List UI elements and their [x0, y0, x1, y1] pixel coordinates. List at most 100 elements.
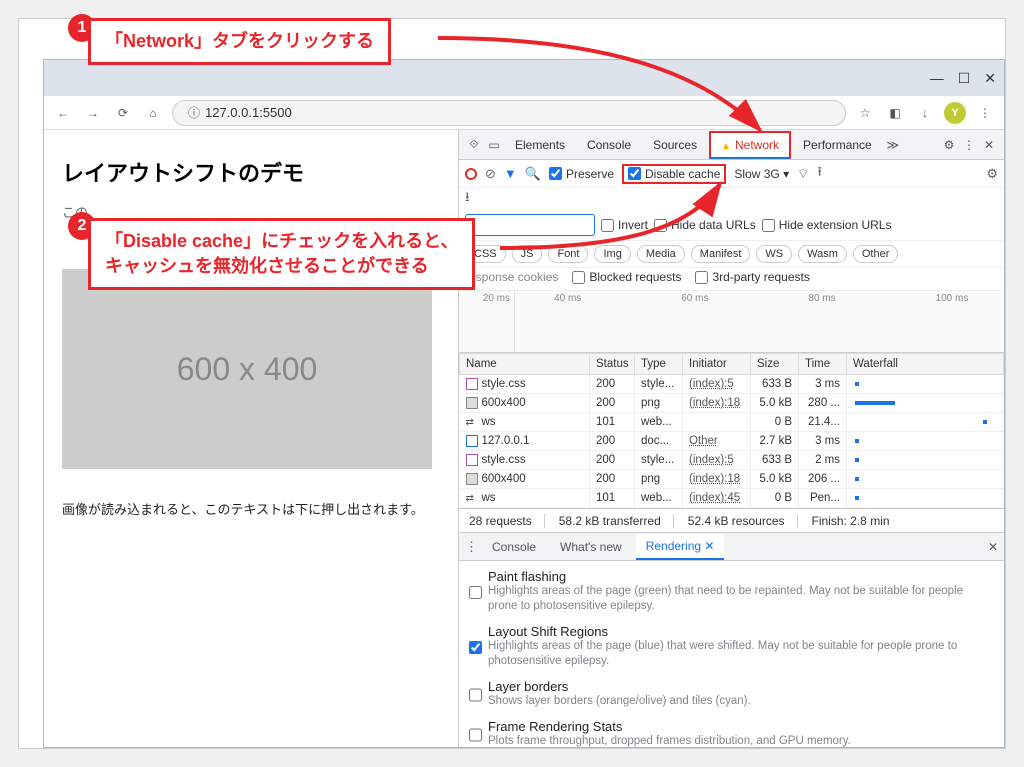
reload-button[interactable]: ⟳ — [112, 102, 134, 124]
network-settings-icon[interactable]: ⚙ — [986, 166, 998, 182]
profile-avatar[interactable]: Y — [944, 102, 966, 124]
third-party-toggle[interactable]: 3rd-party requests — [695, 270, 809, 284]
devtools-tab-bar: ⟐ ▭ Elements Console Sources Network Per… — [459, 130, 1004, 160]
drawer-tab-rendering[interactable]: Rendering ✕ — [636, 534, 725, 560]
close-button[interactable]: ✕ — [984, 70, 996, 87]
record-button[interactable] — [465, 168, 477, 180]
timeline-origin: 20 ms — [459, 291, 515, 352]
net-col-type[interactable]: Type — [635, 354, 683, 375]
timeline-tick: 80 ms — [808, 293, 835, 304]
rendering-panel: Paint flashingHighlights areas of the pa… — [459, 561, 1004, 747]
forward-button[interactable]: → — [82, 102, 104, 124]
window-titlebar: — ☐ ✕ — [44, 60, 1004, 96]
drawer-close-icon[interactable]: ✕ — [988, 540, 998, 554]
rendering-option[interactable]: Layout Shift RegionsHighlights areas of … — [469, 624, 994, 669]
invert-toggle[interactable]: Invert — [601, 218, 648, 232]
table-row[interactable]: 127.0.0.1200doc...Other2.7 kB3 ms — [460, 432, 1004, 451]
img-icon — [466, 397, 478, 409]
drawer-menu-icon[interactable]: ⋮ — [465, 539, 478, 555]
net-col-initiator[interactable]: Initiator — [683, 354, 751, 375]
ws-icon — [466, 492, 478, 504]
net-col-waterfall[interactable]: Waterfall — [847, 354, 1004, 375]
preserve-log-toggle[interactable]: Preserve — [549, 167, 614, 181]
table-row[interactable]: style.css200style...(index):5633 B2 ms — [460, 451, 1004, 470]
wifi-icon[interactable]: ⌔ — [797, 166, 809, 182]
net-col-name[interactable]: Name — [460, 354, 590, 375]
search-icon[interactable]: 🔍 — [525, 166, 541, 182]
summary-resources: 52.4 kB resources — [688, 514, 798, 528]
filter-pill-wasm[interactable]: Wasm — [798, 245, 847, 263]
placeholder-image: 600 x 400 — [62, 269, 432, 469]
browser-window: — ☐ ✕ ← → ⟳ ⌂ ⓘ ☆ ◧ ↓ Y ⋮ レイアウトシフトのデモ この… — [43, 59, 1005, 748]
hide-ext-urls-toggle[interactable]: Hide extension URLs — [762, 218, 892, 232]
ws-icon — [466, 416, 478, 428]
bookmark-star-icon[interactable]: ☆ — [854, 102, 876, 124]
devtools-close-icon[interactable]: ✕ — [980, 138, 998, 152]
filter-pill-js[interactable]: JS — [512, 245, 543, 263]
rendering-checkbox[interactable] — [469, 721, 482, 747]
rendering-checkbox[interactable] — [469, 626, 482, 669]
extensions-icon[interactable]: ◧ — [884, 102, 906, 124]
rendering-option[interactable]: Layer bordersShows layer borders (orange… — [469, 679, 994, 709]
network-summary: 28 requests 58.2 kB transferred 52.4 kB … — [459, 509, 1004, 533]
rendering-checkbox[interactable] — [469, 571, 482, 614]
clear-icon[interactable]: ⊘ — [485, 166, 496, 182]
rendering-option[interactable]: Frame Rendering StatsPlots frame through… — [469, 719, 994, 747]
tab-elements[interactable]: Elements — [505, 133, 575, 157]
net-col-status[interactable]: Status — [590, 354, 635, 375]
home-button[interactable]: ⌂ — [142, 102, 164, 124]
filter-pill-font[interactable]: Font — [548, 245, 588, 263]
rendering-checkbox[interactable] — [469, 681, 482, 709]
drawer-tab-console[interactable]: Console — [482, 535, 546, 559]
settings-icon[interactable]: ⚙ — [940, 138, 958, 152]
annotation-callout-2: 「Disable cache」にチェックを入れると、 キャッシュを無効化させるこ… — [88, 218, 475, 290]
table-row[interactable]: ws101web...0 B21.4... — [460, 413, 1004, 432]
table-row[interactable]: 600x400200png(index):185.0 kB280 ... — [460, 394, 1004, 413]
network-sub-filters: response cookies Blocked requests 3rd-pa… — [459, 268, 1004, 291]
downloads-icon[interactable]: ↓ — [914, 102, 936, 124]
minimize-button[interactable]: — — [930, 70, 944, 86]
upload-har-icon[interactable]: ⭱ — [817, 163, 822, 185]
blocked-requests-toggle[interactable]: Blocked requests — [572, 270, 681, 284]
filter-pill-media[interactable]: Media — [637, 245, 685, 263]
device-toggle-icon[interactable]: ▭ — [485, 138, 503, 152]
network-toolbar: ⊘ ▼ 🔍 Preserve Disable cache Slow 3G ▾ ⌔… — [459, 160, 1004, 188]
tab-performance[interactable]: Performance — [793, 133, 882, 157]
net-col-size[interactable]: Size — [751, 354, 799, 375]
menu-button[interactable]: ⋮ — [974, 102, 996, 124]
table-row[interactable]: 600x400200png(index):185.0 kB206 ... — [460, 470, 1004, 489]
hide-data-urls-toggle[interactable]: Hide data URLs — [654, 218, 756, 232]
annotation-callout-1: 「Network」タブをクリックする — [88, 18, 391, 65]
table-row[interactable]: ws101web...(index):450 BPen... — [460, 489, 1004, 508]
maximize-button[interactable]: ☐ — [958, 70, 971, 87]
filter-pill-ws[interactable]: WS — [756, 245, 792, 263]
throttling-select[interactable]: Slow 3G ▾ — [734, 167, 789, 181]
drawer-tab-whatsnew[interactable]: What's new — [550, 535, 632, 559]
inspect-icon[interactable]: ⟐ — [465, 137, 483, 152]
tab-network[interactable]: Network — [709, 131, 791, 159]
site-info-icon[interactable]: ⓘ — [183, 102, 205, 124]
summary-transferred: 58.2 kB transferred — [559, 514, 674, 528]
filter-icon[interactable]: ▼ — [504, 166, 517, 181]
css-icon — [466, 454, 478, 466]
filter-pill-other[interactable]: Other — [853, 245, 899, 263]
network-filter-input[interactable] — [465, 214, 595, 236]
url-input[interactable] — [205, 105, 835, 120]
tab-console[interactable]: Console — [577, 133, 641, 157]
disable-cache-toggle[interactable]: Disable cache — [622, 164, 726, 184]
tab-sources[interactable]: Sources — [643, 133, 707, 157]
rendering-option[interactable]: Paint flashingHighlights areas of the pa… — [469, 569, 994, 614]
download-har-icon[interactable]: ⭳ — [465, 188, 470, 210]
more-tabs-icon[interactable]: ≫ — [884, 138, 902, 152]
table-row[interactable]: style.css200style...(index):5633 B3 ms — [460, 375, 1004, 394]
drawer-tab-bar: ⋮ Console What's new Rendering ✕ ✕ — [459, 533, 1004, 561]
more-menu-icon[interactable]: ⋮ — [960, 138, 978, 152]
network-timeline[interactable]: 20 ms 40 ms 60 ms 80 ms 100 ms — [459, 291, 1004, 353]
filter-pill-manifest[interactable]: Manifest — [691, 245, 751, 263]
filter-pill-img[interactable]: Img — [594, 245, 630, 263]
network-filter-row: Invert Hide data URLs Hide extension URL… — [459, 210, 1004, 241]
network-toolbar-row2: ⭳ — [459, 188, 1004, 210]
network-request-table[interactable]: NameStatusTypeInitiatorSizeTimeWaterfall… — [459, 353, 1004, 509]
back-button[interactable]: ← — [52, 102, 74, 124]
net-col-time[interactable]: Time — [799, 354, 847, 375]
